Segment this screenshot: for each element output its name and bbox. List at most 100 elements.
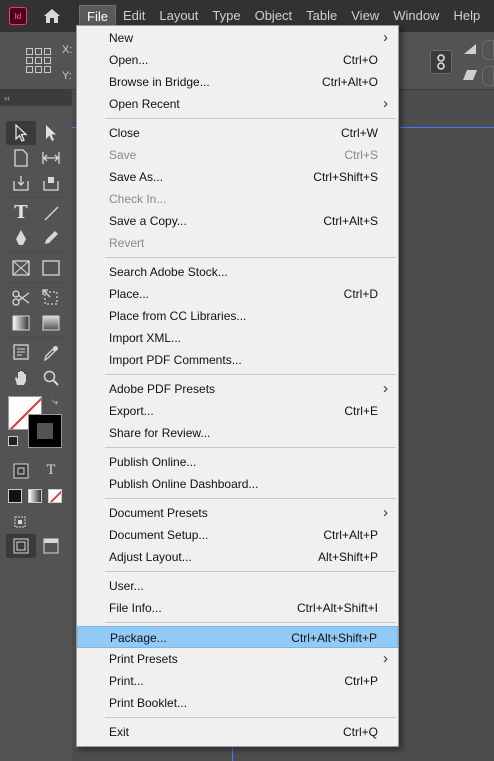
fill-stroke-swatch[interactable]: ⤷ bbox=[8, 396, 72, 454]
rectangle-tool-icon[interactable] bbox=[36, 256, 66, 280]
menu-item-adjust-layout[interactable]: Adjust Layout... Alt+Shift+P bbox=[77, 546, 398, 568]
menu-item-label: Open Recent bbox=[109, 97, 180, 111]
submenu-arrow-icon: › bbox=[383, 95, 388, 112]
constrain-proportions-icon[interactable] bbox=[430, 50, 452, 74]
menu-item-exit[interactable]: Exit Ctrl+Q bbox=[77, 721, 398, 743]
menu-item-print-booklet[interactable]: Print Booklet... bbox=[77, 692, 398, 714]
menu-item-shortcut: Ctrl+Alt+O bbox=[321, 75, 378, 89]
menu-item-label: Import XML... bbox=[109, 331, 182, 345]
menu-item-import-pdf-comments[interactable]: Import PDF Comments... bbox=[77, 349, 398, 371]
menu-item-shortcut: Ctrl+Alt+Shift+I bbox=[296, 601, 378, 615]
menu-item-print-presets[interactable]: Print Presets › bbox=[77, 648, 398, 670]
menu-edit[interactable]: Edit bbox=[116, 5, 152, 27]
content-placer-icon[interactable] bbox=[36, 171, 66, 195]
menu-object[interactable]: Object bbox=[248, 5, 300, 27]
menu-item-export[interactable]: Export... Ctrl+E bbox=[77, 400, 398, 422]
view-mode-icon[interactable] bbox=[6, 509, 36, 533]
menu-item-close[interactable]: Close Ctrl+W bbox=[77, 122, 398, 144]
menu-item-open[interactable]: Open... Ctrl+O bbox=[77, 49, 398, 71]
menu-item-label: User... bbox=[109, 579, 144, 593]
menu-item-publish-online-dashboard[interactable]: Publish Online Dashboard... bbox=[77, 473, 398, 495]
menu-item-place[interactable]: Place... Ctrl+D bbox=[77, 283, 398, 305]
menu-item-label: Publish Online Dashboard... bbox=[109, 477, 259, 491]
menu-item-label: Exit bbox=[109, 725, 130, 739]
menu-item-label: Export... bbox=[109, 404, 154, 418]
menu-view[interactable]: View bbox=[344, 5, 386, 27]
line-tool-icon[interactable] bbox=[36, 201, 66, 225]
menu-item-document-setup[interactable]: Document Setup... Ctrl+Alt+P bbox=[77, 524, 398, 546]
free-transform-tool-icon[interactable] bbox=[36, 286, 66, 310]
note-tool-icon[interactable] bbox=[6, 341, 36, 365]
menu-item-import-xml[interactable]: Import XML... bbox=[77, 327, 398, 349]
menu-item-place-from-cc-libraries[interactable]: Place from CC Libraries... bbox=[77, 305, 398, 327]
menu-separator bbox=[105, 118, 396, 119]
stepper-icon[interactable] bbox=[482, 66, 494, 86]
menu-item-package[interactable]: Package... Ctrl+Alt+Shift+P bbox=[77, 626, 398, 648]
menu-item-adobe-pdf-presets[interactable]: Adobe PDF Presets › bbox=[77, 378, 398, 400]
eyedropper-tool-icon[interactable] bbox=[36, 341, 66, 365]
page-tool-icon[interactable] bbox=[6, 146, 36, 170]
collapse-panel-icon[interactable]: ‹‹ bbox=[0, 90, 72, 106]
gap-tool-icon[interactable] bbox=[36, 146, 66, 170]
apply-none-icon[interactable] bbox=[48, 488, 62, 503]
menu-table[interactable]: Table bbox=[299, 5, 344, 27]
menu-file[interactable]: File bbox=[79, 5, 116, 27]
screen-mode-preview-icon[interactable] bbox=[36, 534, 66, 558]
type-tool-icon[interactable]: T bbox=[6, 201, 36, 225]
menu-item-save: Save Ctrl+S bbox=[77, 144, 398, 166]
menu-window[interactable]: Window bbox=[386, 5, 446, 27]
menu-item-document-presets[interactable]: Document Presets › bbox=[77, 502, 398, 524]
home-icon[interactable] bbox=[41, 6, 63, 26]
menu-item-browse-in-bridge[interactable]: Browse in Bridge... Ctrl+Alt+O bbox=[77, 71, 398, 93]
menu-item-save-as[interactable]: Save As... Ctrl+Shift+S bbox=[77, 166, 398, 188]
menu-item-new[interactable]: New › bbox=[77, 27, 398, 49]
menu-item-publish-online[interactable]: Publish Online... bbox=[77, 451, 398, 473]
scissors-tool-icon[interactable] bbox=[6, 286, 36, 310]
menu-item-print[interactable]: Print... Ctrl+P bbox=[77, 670, 398, 692]
menu-layout[interactable]: Layout bbox=[152, 5, 205, 27]
formatting-container-icon[interactable] bbox=[6, 459, 36, 483]
menu-separator bbox=[105, 374, 396, 375]
pencil-tool-icon[interactable] bbox=[36, 226, 66, 250]
menu-item-label: Revert bbox=[109, 236, 145, 250]
reference-point-icon[interactable] bbox=[26, 48, 52, 74]
app-logo: Id bbox=[9, 7, 27, 25]
menu-item-shortcut: Ctrl+W bbox=[341, 126, 378, 140]
direct-selection-tool-icon[interactable] bbox=[36, 121, 66, 145]
menu-item-file-info[interactable]: File Info... Ctrl+Alt+Shift+I bbox=[77, 597, 398, 619]
screen-mode-icon[interactable] bbox=[6, 533, 36, 558]
menu-item-label: File Info... bbox=[109, 601, 162, 615]
menu-item-label: New bbox=[109, 31, 134, 45]
menu-separator bbox=[105, 257, 396, 258]
swap-fill-stroke-icon[interactable]: ⤷ bbox=[52, 396, 58, 409]
menu-item-search-adobe-stock[interactable]: Search Adobe Stock... bbox=[77, 261, 398, 283]
menu-type[interactable]: Type bbox=[205, 5, 247, 27]
default-fill-stroke-icon[interactable] bbox=[8, 436, 18, 446]
selection-tool-icon[interactable] bbox=[6, 120, 36, 145]
gradient-feather-tool-icon[interactable] bbox=[36, 311, 66, 335]
menu-help[interactable]: Help bbox=[446, 5, 487, 27]
stepper-icon[interactable] bbox=[482, 40, 494, 60]
zoom-tool-icon[interactable] bbox=[36, 366, 66, 390]
menu-separator bbox=[105, 717, 396, 718]
apply-gradient-icon[interactable] bbox=[28, 488, 42, 503]
menu-item-save-a-copy[interactable]: Save a Copy... Ctrl+Alt+S bbox=[77, 210, 398, 232]
rotate-angle-icon bbox=[462, 42, 478, 59]
menu-item-label: Check In... bbox=[109, 192, 167, 206]
submenu-arrow-icon: › bbox=[383, 29, 388, 46]
menu-item-open-recent[interactable]: Open Recent › bbox=[77, 93, 398, 115]
hand-tool-icon[interactable] bbox=[6, 366, 36, 390]
menu-item-shortcut: Ctrl+Shift+S bbox=[313, 170, 378, 184]
menu-item-label: Print Presets bbox=[109, 652, 178, 666]
pen-tool-icon[interactable] bbox=[6, 226, 36, 250]
menu-item-user[interactable]: User... bbox=[77, 575, 398, 597]
formatting-text-icon[interactable]: T bbox=[36, 459, 66, 483]
rectangle-frame-tool-icon[interactable] bbox=[6, 256, 36, 280]
apply-color-icon[interactable] bbox=[8, 488, 22, 503]
content-collector-icon[interactable] bbox=[6, 171, 36, 195]
menu-separator bbox=[105, 622, 396, 623]
gradient-swatch-tool-icon[interactable] bbox=[6, 311, 36, 335]
stroke-swatch[interactable] bbox=[28, 414, 62, 448]
menu-item-shortcut: Ctrl+P bbox=[344, 674, 378, 688]
menu-item-share-for-review[interactable]: Share for Review... bbox=[77, 422, 398, 444]
